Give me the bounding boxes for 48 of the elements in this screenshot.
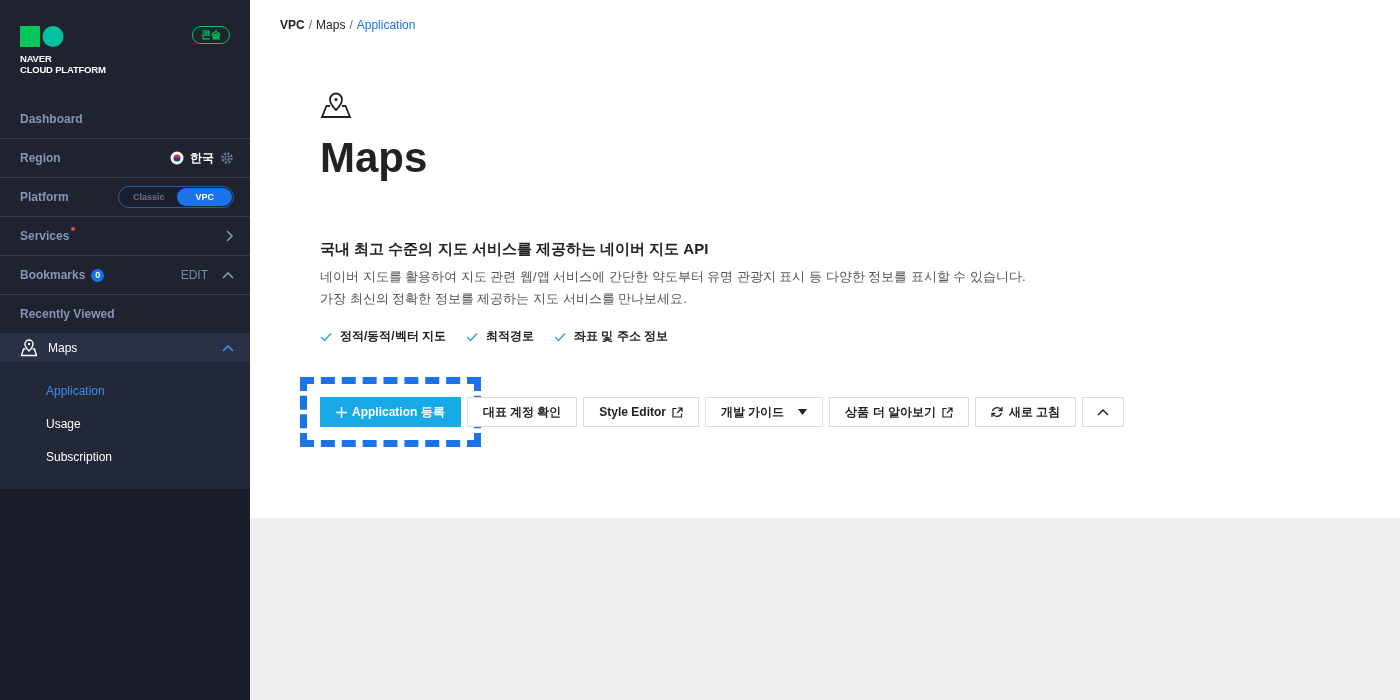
action-button[interactable]: 새로 고침 xyxy=(975,397,1077,427)
feature-label: 좌표 및 주소 정보 xyxy=(574,328,669,345)
check-icon xyxy=(320,331,332,342)
caret-down-icon xyxy=(798,409,808,415)
breadcrumb-link[interactable]: VPC xyxy=(280,18,305,32)
submenu-item[interactable]: Application xyxy=(46,376,105,409)
edit-link[interactable]: EDIT xyxy=(180,268,208,282)
breadcrumb-link[interactable]: Application xyxy=(356,18,416,32)
logo-text: NAVER xyxy=(20,53,53,64)
nav-item[interactable]: Region xyxy=(20,151,61,165)
toggle-option[interactable]: VPC xyxy=(177,188,232,206)
description-text: 가장 최신의 정확한 정보를 제공하는 지도 서비스를 만나보세요. xyxy=(320,290,687,308)
check-icon xyxy=(466,331,478,342)
logo-text: CLOUD PLATFORM xyxy=(20,64,106,75)
action-button[interactable]: 상품 더 알아보기 xyxy=(829,397,970,427)
page-title: Maps xyxy=(320,134,428,182)
count-badge: 0 xyxy=(91,268,105,282)
breadcrumb-separator: / xyxy=(349,18,353,32)
refresh-icon xyxy=(991,406,1004,418)
collapse-button[interactable] xyxy=(1082,397,1125,427)
description-text: 네이버 지도를 활용하여 지도 관련 웹/앱 서비스에 간단한 약도부터 유명 관광지 표시 등 다양한 정보를 표시할 수 있습니다. xyxy=(320,268,1026,286)
flag-icon xyxy=(170,151,184,165)
logo-icon xyxy=(20,26,66,48)
submenu-item[interactable]: Subscription xyxy=(46,442,113,475)
chevron-up-icon xyxy=(1097,408,1110,416)
breadcrumb-separator: / xyxy=(308,18,313,32)
region-value[interactable]: 한국 xyxy=(190,149,214,167)
action-button[interactable]: Style Editor xyxy=(583,397,700,427)
settings-icon xyxy=(220,151,234,165)
nav-item[interactable]: Recently Viewed xyxy=(20,307,115,321)
nav-item[interactable]: Services xyxy=(20,229,70,243)
page-subtitle: 국내 최고 수준의 지도 서비스를 제공하는 네이버 지도 API xyxy=(320,240,709,259)
nav-item[interactable]: Dashboard xyxy=(20,112,83,126)
external-link-icon xyxy=(942,406,954,418)
action-button[interactable]: 개발 가이드 xyxy=(705,397,824,427)
nav-item[interactable]: Platform xyxy=(20,190,69,204)
check-icon xyxy=(554,331,566,342)
action-button[interactable]: 대표 계정 확인 xyxy=(466,397,578,427)
plus-icon xyxy=(336,406,347,418)
feature-label: 최적경로 xyxy=(486,328,534,345)
feature-label: 정적/동적/벡터 지도 xyxy=(340,328,446,345)
external-link-icon xyxy=(672,406,684,418)
section-header[interactable]: Maps xyxy=(0,333,250,362)
breadcrumb-link[interactable]: Maps xyxy=(316,18,346,32)
submenu-item[interactable]: Usage xyxy=(46,409,81,442)
nav-item[interactable]: Bookmarks xyxy=(20,268,86,282)
map-pin-icon xyxy=(20,338,38,357)
chevron-right-icon xyxy=(226,230,234,242)
